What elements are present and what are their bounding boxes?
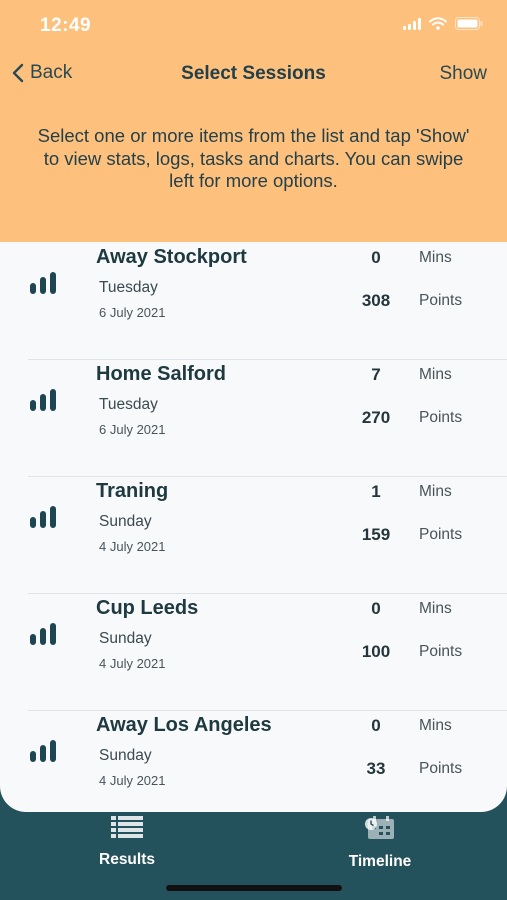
back-button[interactable]: Back	[12, 62, 72, 84]
tab-results[interactable]: Results	[27, 816, 227, 869]
stats-bars-icon	[30, 272, 56, 294]
session-name: Home Salford	[96, 363, 227, 385]
session-mins-label: Mins	[419, 717, 452, 734]
session-points-value: 100	[361, 642, 391, 661]
stats-bars-icon	[30, 389, 56, 411]
session-row[interactable]: Away Stockport Tuesday 6 July 2021 0 Min…	[28, 242, 507, 360]
page-title: Select Sessions	[181, 63, 326, 84]
battery-icon	[455, 17, 483, 30]
home-indicator	[166, 885, 342, 891]
session-day: Sunday	[99, 747, 152, 764]
header: 12:49 Back Select Sessions Show Select o…	[0, 0, 507, 242]
instructions-text: Select one or more items from the list a…	[37, 125, 470, 191]
session-day: Sunday	[99, 513, 152, 530]
stats-bars-icon	[30, 506, 56, 528]
session-mins-value: 0	[371, 599, 381, 618]
show-button[interactable]: Show	[439, 63, 487, 85]
session-row[interactable]: Traning Sunday 4 July 2021 1 Mins 159 Po…	[28, 476, 507, 594]
session-day: Tuesday	[99, 396, 158, 413]
session-mins-label: Mins	[419, 483, 452, 500]
session-mins-value: 0	[371, 716, 381, 735]
session-name: Cup Leeds	[96, 597, 199, 619]
status-icons	[403, 17, 483, 30]
chevron-left-icon	[12, 63, 24, 83]
wifi-icon	[429, 17, 447, 30]
session-points-label: Points	[419, 292, 463, 309]
tab-timeline-label: Timeline	[348, 853, 412, 870]
session-points-value: 308	[361, 291, 391, 310]
signal-icon	[403, 17, 421, 30]
session-points-value: 270	[361, 408, 391, 427]
session-mins-label: Mins	[419, 600, 452, 617]
session-name: Traning	[96, 480, 169, 502]
session-points-label: Points	[419, 526, 463, 543]
session-name: Away Los Angeles	[96, 714, 272, 736]
session-mins-label: Mins	[419, 249, 452, 266]
list-icon	[111, 816, 143, 838]
session-date: 4 July 2021	[99, 539, 166, 554]
session-list[interactable]: Away Stockport Tuesday 6 July 2021 0 Min…	[0, 242, 507, 812]
session-day: Sunday	[99, 630, 152, 647]
tab-results-label: Results	[99, 851, 155, 868]
stats-bars-icon	[30, 623, 56, 645]
session-mins-label: Mins	[419, 366, 452, 383]
session-day: Tuesday	[99, 279, 158, 296]
session-points-value: 33	[366, 759, 386, 778]
session-row[interactable]: Away Los Angeles Sunday 4 July 2021 0 Mi…	[28, 710, 507, 812]
session-date: 4 July 2021	[99, 773, 166, 788]
session-points-label: Points	[419, 760, 463, 777]
session-date: 4 July 2021	[99, 656, 166, 671]
session-name: Away Stockport	[96, 246, 247, 268]
stats-bars-icon	[30, 740, 56, 762]
session-mins-value: 0	[371, 248, 381, 267]
session-points-label: Points	[419, 409, 463, 426]
back-label: Back	[30, 62, 73, 83]
session-row[interactable]: Home Salford Tuesday 6 July 2021 7 Mins …	[28, 359, 507, 477]
session-date: 6 July 2021	[99, 305, 166, 320]
tab-timeline[interactable]: Timeline	[280, 816, 480, 871]
session-points-label: Points	[419, 643, 463, 660]
session-mins-value: 1	[371, 482, 381, 501]
status-time: 12:49	[40, 15, 92, 36]
calendar-clock-icon	[365, 816, 394, 839]
session-row[interactable]: Cup Leeds Sunday 4 July 2021 0 Mins 100 …	[28, 593, 507, 711]
session-points-value: 159	[361, 525, 391, 544]
session-date: 6 July 2021	[99, 422, 166, 437]
session-mins-value: 7	[371, 365, 381, 384]
